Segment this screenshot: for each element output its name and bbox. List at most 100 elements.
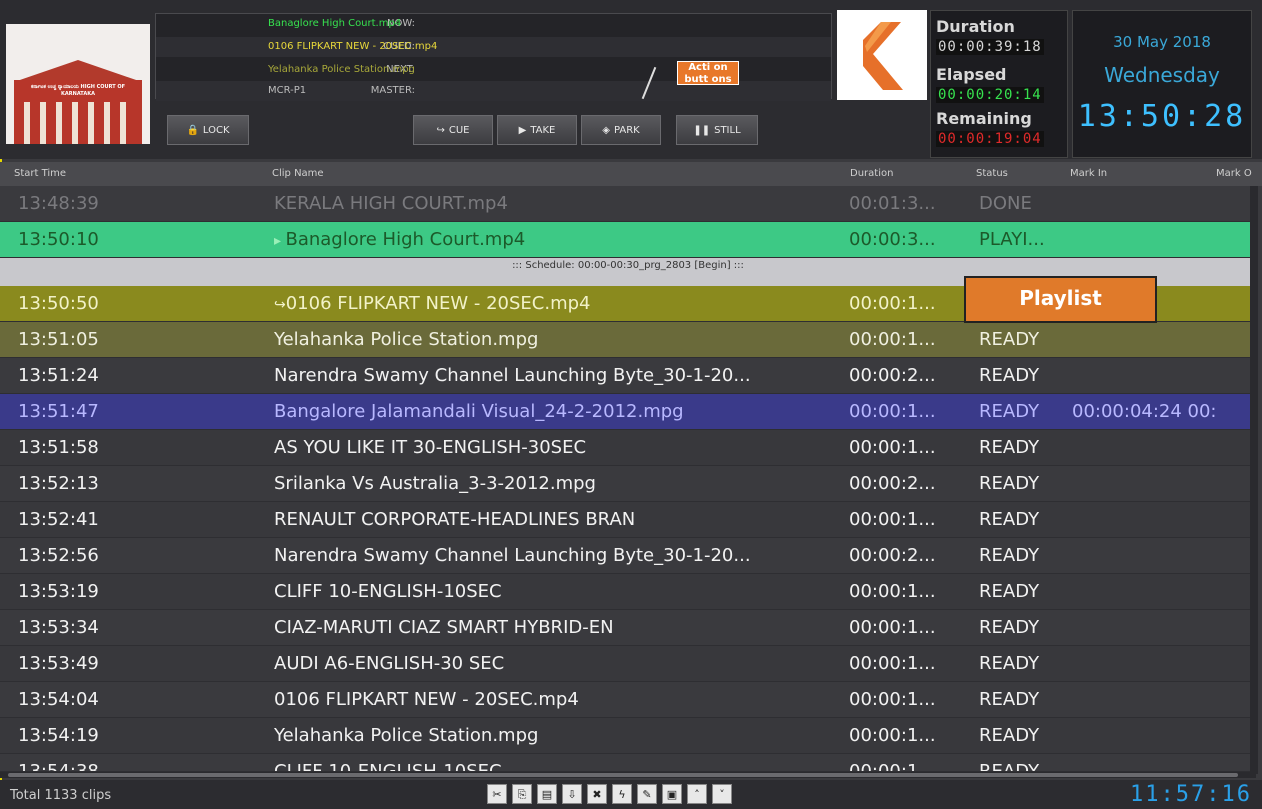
table-row[interactable]: 13:52:13 Srilanka Vs Australia_3-3-2012.m… [0, 466, 1256, 502]
table-row[interactable]: 13:53:19 CLIFF 10-ENGLISH-10SEC 00:00:1...… [0, 574, 1256, 610]
table-row[interactable]: 13:51:24 Narendra Swamy Channel Launching… [0, 358, 1256, 394]
still-button[interactable]: ❚❚ STILL [676, 115, 758, 145]
duration-cell: 00:00:1... [849, 581, 936, 602]
clip-name-cell: KERALA HIGH COURT.mp4 [274, 193, 508, 214]
duration-cell: 00:00:2... [849, 473, 936, 494]
park-icon: ◈ [602, 124, 610, 136]
table-row[interactable]: 13:54:19 Yelahanka Police Station.mpg 00:0… [0, 718, 1256, 754]
elapsed-value: 00:00:20:14 [936, 87, 1044, 103]
status-cell: READY [979, 761, 1040, 772]
status-cell: READY [979, 437, 1040, 458]
table-row[interactable]: 13:48:39 KERALA HIGH COURT.mp4 00:01:3... D… [0, 186, 1256, 222]
table-row[interactable]: 13:52:41 RENAULT CORPORATE-HEADLINES BRAN… [0, 502, 1256, 538]
clip-name-cell: 0106 FLIPKART NEW - 20SEC.mp4 [285, 293, 591, 314]
clip-name-cell: Bangalore Jalamandali Visual_24-2-2012.m… [274, 401, 684, 422]
table-row[interactable]: 13:52:56 Narendra Swamy Channel Launching… [0, 538, 1256, 574]
table-row[interactable]: 13:54:04 0106 FLIPKART NEW - 20SEC.mp4 00:… [0, 682, 1256, 718]
duration-cell: 00:00:1... [849, 617, 936, 638]
move-up-icon[interactable]: ˄ [687, 784, 707, 804]
park-button[interactable]: ◈ PARK [581, 115, 661, 145]
park-label: PARK [613, 124, 640, 136]
col-mark-in[interactable]: Mark In [1070, 168, 1107, 179]
cued-value: 0106 FLIPKART NEW - 20SEC.mp4 [268, 41, 438, 52]
start-time-cell: 13:52:13 [18, 473, 99, 494]
status-cell: READY [979, 725, 1040, 746]
paste-icon[interactable]: ▤ [537, 784, 557, 804]
col-start-time[interactable]: Start Time [14, 168, 66, 179]
master-value: MCR-P1 [268, 85, 307, 96]
cued-row: CUED: 0106 FLIPKART NEW - 20SEC.mp4 [156, 37, 831, 57]
edit-icon[interactable]: ✎ [637, 784, 657, 804]
duration-cell: 00:00:1... [849, 761, 936, 772]
mark-in-cell: 00:00:04:24 00: [1072, 401, 1217, 422]
action-buttons-popup: Acti on butt ons [677, 61, 739, 85]
start-time-cell: 13:48:39 [18, 193, 99, 214]
duration-cell: 00:00:1... [849, 293, 936, 314]
scissors-icon[interactable]: ✂ [487, 784, 507, 804]
table-row[interactable]: 13:53:49 AUDI A6-ENGLISH-30 SEC 00:00:1...… [0, 646, 1256, 682]
vertical-scrollbar[interactable] [1250, 186, 1258, 774]
start-time-cell: 13:54:38 [18, 761, 99, 772]
table-row[interactable]: 13:54:38 CLIFF 10-ENGLISH-10SEC 00:00:1...… [0, 754, 1256, 772]
copy-icon[interactable]: ⎘ [512, 784, 532, 804]
col-duration[interactable]: Duration [850, 168, 893, 179]
horizontal-scrollbar[interactable] [0, 772, 1256, 778]
file-icon[interactable]: ▣ [662, 784, 682, 804]
col-status[interactable]: Status [976, 168, 1008, 179]
clock-panel: 30 May 2018 Wednesday 13:50:28 [1072, 10, 1252, 158]
status-cell: PLAYI... [979, 229, 1045, 250]
start-time-cell: 13:51:47 [18, 401, 99, 422]
horizontal-scroll-thumb[interactable] [8, 773, 1238, 777]
start-time-cell: 13:54:19 [18, 725, 99, 746]
pause-icon: ❚❚ [693, 124, 711, 136]
start-time-cell: 13:50:50 [18, 293, 99, 314]
cue-button[interactable]: ↪ CUE [413, 115, 493, 145]
playlist-header: Start Time Clip Name Duration Status Mar… [0, 162, 1262, 186]
delete-icon[interactable]: ✖ [587, 784, 607, 804]
status-cell: READY [979, 653, 1040, 674]
footer-clock: 11:57:16 [1130, 782, 1252, 807]
paste-special-icon[interactable]: ⇩ [562, 784, 582, 804]
clip-name-cell: CIAZ-MARUTI CIAZ SMART HYBRID-EN [274, 617, 614, 638]
duration-label: Duration [936, 17, 1015, 36]
duration-cell: 00:01:3... [849, 193, 936, 214]
clip-name-cell: CLIFF 10-ENGLISH-10SEC [274, 761, 502, 772]
master-label: MASTER: [370, 85, 415, 96]
header: ಕರ್ನಾಟಕ ಉಚ್ಚ ನ್ಯಾಯಾಲಯ HIGH COURT OF KARN… [0, 0, 1262, 159]
start-time-cell: 13:50:10 [18, 229, 99, 250]
table-row[interactable]: 13:51:47 Bangalore Jalamandali Visual_24-… [0, 394, 1256, 430]
timer-panel: Duration 00:00:39:18 Elapsed 00:00:20:14… [930, 10, 1068, 158]
lock-icon: 🔒 [186, 124, 199, 136]
table-row[interactable]: 13:53:34 CIAZ-MARUTI CIAZ SMART HYBRID-EN… [0, 610, 1256, 646]
status-cell: READY [979, 365, 1040, 386]
clip-name-cell: Srilanka Vs Australia_3-3-2012.mpg [274, 473, 596, 494]
table-row[interactable]: 13:51:58 AS YOU LIKE IT 30-ENGLISH-30SEC 0… [0, 430, 1256, 466]
table-row[interactable]: 13:50:10 ▸ Banaglore High Court.mp4 00:00:… [0, 222, 1256, 258]
status-cell: READY [979, 545, 1040, 566]
next-value: Yelahanka Police Station.mpg [268, 64, 415, 75]
col-clip-name[interactable]: Clip Name [272, 168, 324, 179]
lock-button[interactable]: 🔒 LOCK [167, 115, 249, 145]
table-row[interactable]: 13:51:05 Yelahanka Police Station.mpg 00:0… [0, 322, 1256, 358]
start-time-cell: 13:52:56 [18, 545, 99, 566]
duration-cell: 00:00:2... [849, 545, 936, 566]
clip-name-wrapper: ↪0106 FLIPKART NEW - 20SEC.mp4 [274, 286, 839, 321]
channel-logo-k [837, 10, 927, 100]
clock-day: Wednesday [1104, 63, 1220, 87]
start-time-cell: 13:53:34 [18, 617, 99, 638]
start-time-cell: 13:51:58 [18, 437, 99, 458]
duration-cell: 00:00:1... [849, 437, 936, 458]
now-cued-next-panel: NOW: Banaglore High Court.mp4 CUED: 0106… [155, 13, 832, 101]
status-cell: READY [979, 473, 1040, 494]
lightning-icon[interactable]: ϟ [612, 784, 632, 804]
start-time-cell: 13:54:04 [18, 689, 99, 710]
take-button[interactable]: ▶ TAKE [497, 115, 577, 145]
cue-arrow-icon: ↪ [436, 124, 445, 136]
clip-name-cell: AUDI A6-ENGLISH-30 SEC [274, 653, 505, 674]
total-clips: Total 1133 clips [10, 788, 112, 803]
move-down-icon[interactable]: ˅ [712, 784, 732, 804]
channel-logo-court: ಕರ್ನಾಟಕ ಉಚ್ಚ ನ್ಯಾಯಾಲಯ HIGH COURT OF KARN… [6, 24, 150, 144]
duration-cell: 00:00:3... [849, 229, 936, 250]
col-mark-out[interactable]: Mark O [1216, 168, 1252, 179]
clip-name-cell: CLIFF 10-ENGLISH-10SEC [274, 581, 502, 602]
